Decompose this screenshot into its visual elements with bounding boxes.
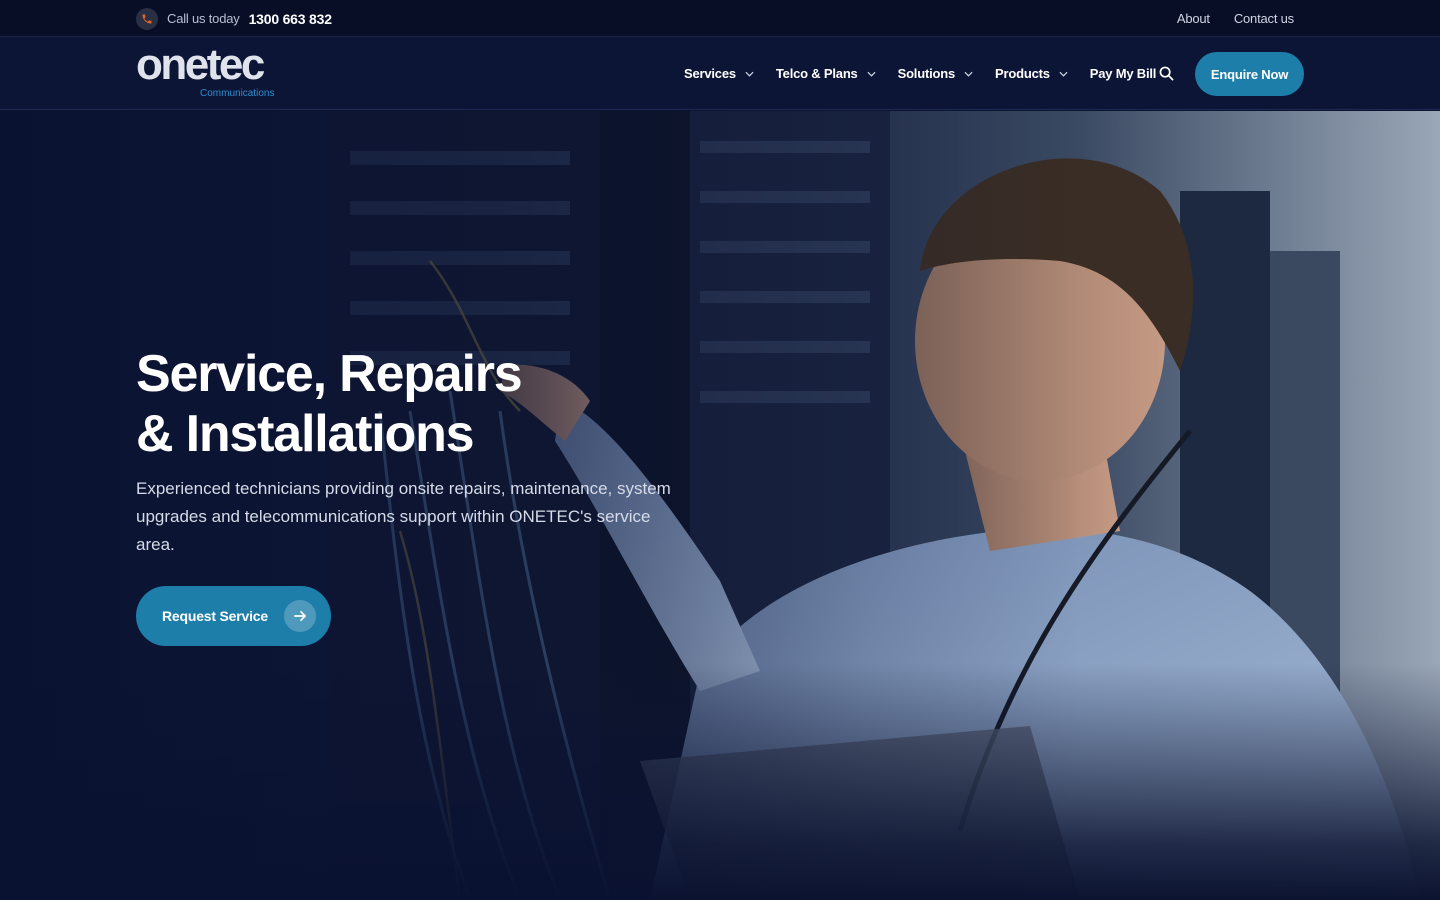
chevron-down-icon	[1059, 71, 1068, 77]
nav-item-label: Services	[684, 66, 736, 81]
phone-icon	[136, 7, 158, 30]
contact-us-link[interactable]: Contact us	[1234, 11, 1294, 26]
nav-item-telco-plans[interactable]: Telco & Plans	[776, 66, 876, 81]
nav-item-label: Pay My Bill	[1089, 66, 1157, 81]
nav-item-label: Products	[995, 66, 1050, 81]
top-utility-bar: Call us today 1300 663 832 About Contact…	[0, 0, 1440, 37]
logo-wordmark: onetec	[136, 40, 265, 89]
hero-title: Service, Repairs & Installations	[136, 344, 696, 464]
enquire-now-button[interactable]: Enquire Now	[1195, 52, 1304, 96]
chevron-down-icon	[745, 71, 754, 77]
phone-number-link[interactable]: 1300 663 832	[249, 11, 332, 27]
hero-title-line-1: Service, Repairs	[136, 345, 523, 403]
request-service-label: Request Service	[162, 608, 268, 624]
onetec-logo[interactable]: onetec Communications	[136, 43, 282, 101]
call-us-label: Call us today	[167, 11, 240, 26]
request-service-button[interactable]: Request Service	[136, 586, 331, 646]
call-us-block[interactable]: Call us today 1300 663 832	[136, 7, 332, 30]
search-icon[interactable]	[1157, 64, 1175, 82]
nav-item-label: Solutions	[897, 66, 956, 81]
nav-item-label: Telco & Plans	[775, 66, 858, 81]
nav-item-products[interactable]: Products	[995, 66, 1068, 81]
primary-menu: Services Telco & Plans Solutions Product…	[684, 37, 1178, 110]
nav-item-services[interactable]: Services	[684, 66, 754, 81]
nav-item-pay-my-bill[interactable]: Pay My Bill	[1089, 66, 1157, 81]
chevron-down-icon	[964, 71, 973, 77]
arrow-right-icon	[284, 600, 316, 632]
hero-description: Experienced technicians providing onsite…	[136, 479, 671, 554]
nav-item-solutions[interactable]: Solutions	[898, 66, 973, 81]
main-navbar: onetec Communications Services Telco & P…	[0, 37, 1440, 110]
about-link[interactable]: About	[1177, 11, 1210, 26]
chevron-down-icon	[867, 71, 876, 77]
hero-title-line-2: & Installations	[136, 405, 475, 463]
hero-section: Service, Repairs & Installations Experie…	[0, 111, 1440, 900]
top-links: About Contact us	[1177, 0, 1294, 37]
logo-tagline: Communications	[200, 88, 275, 99]
